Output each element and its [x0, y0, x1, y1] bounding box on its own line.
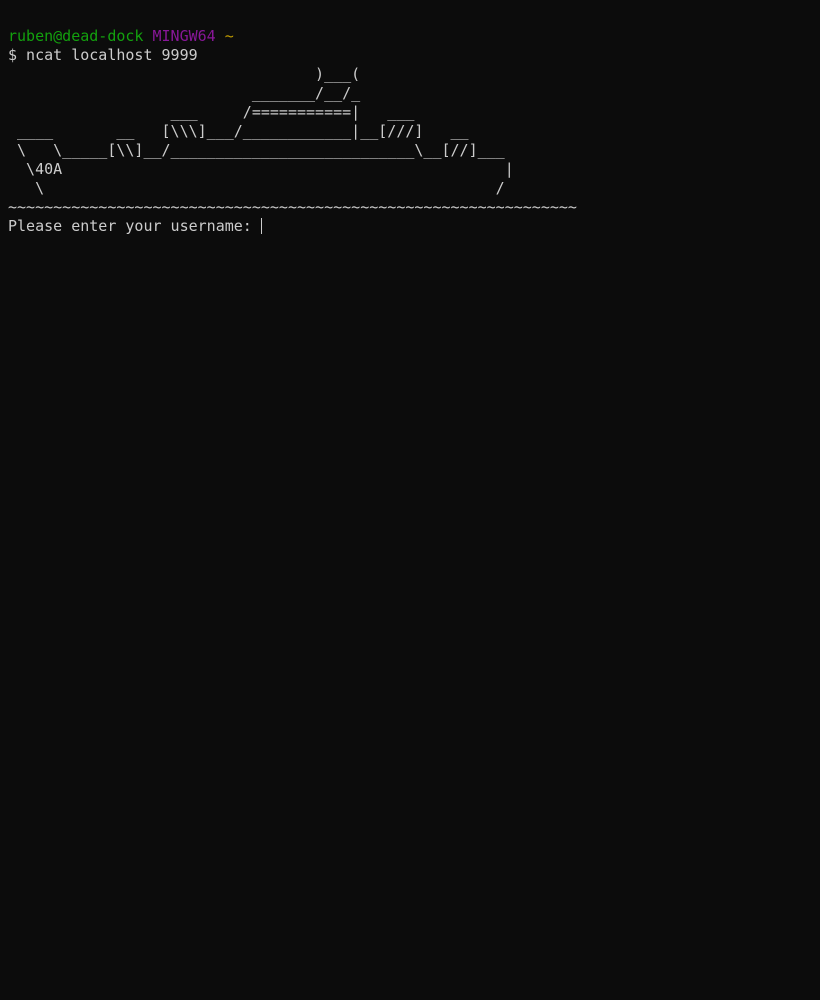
- command-line: $ ncat localhost 9999: [8, 46, 198, 64]
- banner-line: _______/__/_: [8, 84, 361, 102]
- banner-line: ____ __ [\\\]___/____________|__[///] __: [8, 122, 469, 140]
- banner-waterline: ~~~~~~~~~~~~~~~~~~~~~~~~~~~~~~~~~~~~~~~~…: [8, 198, 577, 216]
- banner-line: ___ /===========| ___: [8, 103, 415, 121]
- terminal-window[interactable]: ruben@dead-dock MINGW64 ~ $ ncat localho…: [0, 0, 820, 1000]
- username-prompt: Please enter your username:: [8, 217, 261, 235]
- prompt-system: MINGW64: [152, 27, 216, 45]
- banner-line: \40A |: [8, 160, 514, 178]
- prompt-user-host: ruben@dead-dock: [8, 27, 144, 45]
- shell-prompt: ruben@dead-dock MINGW64 ~: [8, 27, 820, 46]
- banner-line: )___(: [8, 65, 361, 83]
- text-cursor: [260, 218, 262, 234]
- banner-line: \ /: [8, 179, 505, 197]
- username-input-line[interactable]: Please enter your username:: [8, 217, 820, 236]
- prompt-path: ~: [224, 27, 234, 45]
- ascii-ship-banner: )___( _______/__/_ ___ /===========| ___…: [8, 65, 820, 217]
- banner-line: \ \_____[\\]__/_________________________…: [8, 141, 505, 159]
